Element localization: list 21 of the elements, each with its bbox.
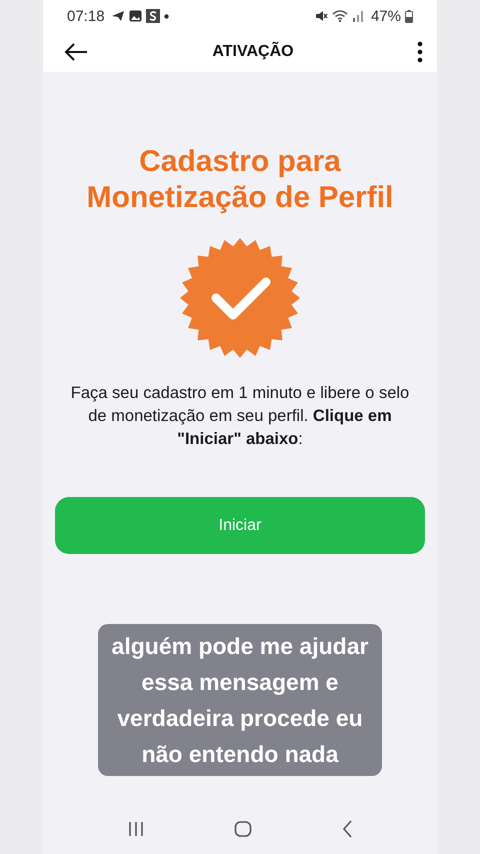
signal-icon <box>352 10 364 22</box>
battery-icon <box>405 10 413 22</box>
wifi-icon <box>332 10 348 22</box>
home-icon[interactable] <box>234 821 252 837</box>
back-arrow-icon <box>63 42 89 62</box>
dot-icon <box>164 14 169 18</box>
status-time: 07:18 <box>67 8 105 24</box>
image-icon <box>128 10 142 22</box>
mute-icon <box>314 10 328 22</box>
app-icon <box>146 9 160 23</box>
battery-percent: 47% <box>370 8 401 24</box>
verified-badge-icon <box>180 238 300 358</box>
screen-title: ATIVAÇÃO <box>212 43 294 61</box>
more-icon <box>417 41 423 63</box>
start-button[interactable]: Iniciar <box>55 497 425 554</box>
back-icon[interactable] <box>340 820 353 838</box>
description-text: Faça seu cadastro em 1 minuto e libere o selo de monetização em seu perfil. Clique em "Iniciar" abaixo: <box>70 383 410 450</box>
caption-overlay: alguém pode me ajudar essa mensagem e verdadeira procede eu não entendo nada <box>98 624 382 776</box>
page-heading: Cadastro para Monetização de Perfil <box>86 144 394 216</box>
recent-apps-icon[interactable] <box>127 821 146 837</box>
send-icon <box>110 10 125 22</box>
